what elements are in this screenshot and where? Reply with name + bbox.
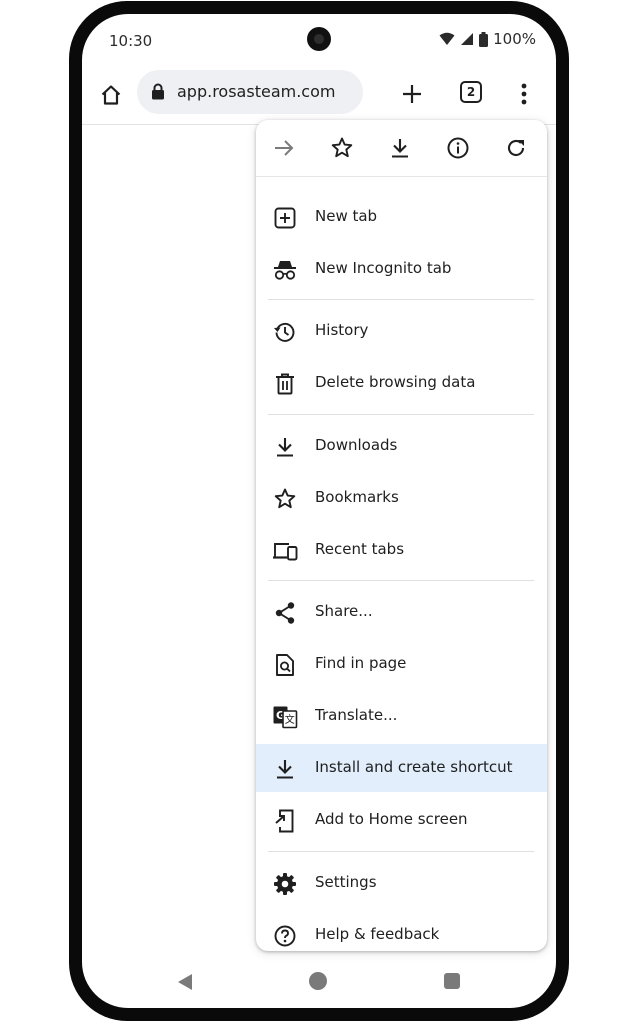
translate-icon: G文 [272,704,298,730]
find-in-page-icon [272,652,298,678]
menu-item-label: Settings [315,873,377,891]
menu-item-delete-browsing-data[interactable]: Delete browsing data [256,359,547,407]
refresh-icon [507,140,525,157]
cell-signal-icon [461,33,474,45]
refresh-button[interactable] [502,134,530,162]
new-tab-button[interactable] [398,80,426,108]
menu-divider [268,851,534,852]
menu-item-label: Translate... [315,706,398,724]
menu-divider [268,299,534,300]
menu-item-label: Delete browsing data [315,373,476,391]
install-icon [272,756,298,782]
menu-item-label: History [315,321,369,339]
phone-frame: 10:30 100% app.rosasteam.com 2 New tab N… [69,1,569,1021]
menu-item-install-shortcut[interactable]: Install and create shortcut [256,744,547,792]
history-icon [272,319,298,345]
menu-item-add-to-home-screen[interactable]: Add to Home screen [256,796,547,844]
status-time: 10:30 [109,32,153,50]
url-text: app.rosasteam.com [177,82,336,101]
menu-item-translate[interactable]: G文 Translate... [256,692,547,740]
menu-item-bookmarks[interactable]: Bookmarks [256,474,547,522]
menu-item-label: Find in page [315,654,407,672]
add-to-home-icon [272,808,298,834]
menu-item-label: Add to Home screen [315,810,468,828]
more-options-button[interactable] [510,80,538,108]
menu-item-history[interactable]: History [256,307,547,355]
menu-item-recent-tabs[interactable]: Recent tabs [256,526,547,574]
download-page-button[interactable] [386,134,414,162]
forward-icon [275,140,294,156]
tab-count: 2 [466,85,476,99]
status-icons: 100% [439,30,536,48]
star-icon [272,486,298,512]
new-tab-icon [272,205,298,231]
menu-item-label: Downloads [315,436,398,454]
menu-item-label: New tab [315,207,378,225]
browser-toolbar: app.rosasteam.com 2 [82,70,556,125]
page-info-button[interactable] [444,134,472,162]
system-nav-bar [82,962,556,1002]
more-vert-icon [521,83,527,105]
home-button[interactable] [96,80,126,110]
bookmark-star-icon [331,137,353,158]
menu-item-find-in-page[interactable]: Find in page [256,640,547,688]
devices-icon [272,538,298,564]
back-icon[interactable] [177,973,193,991]
menu-item-label: Recent tabs [315,540,405,558]
menu-item-settings[interactable]: Settings [256,859,547,907]
battery-percent: 100% [493,30,536,48]
menu-item-new-tab[interactable]: New tab [256,193,547,241]
lock-icon [152,83,164,100]
home-icon [101,85,121,105]
menu-item-label: Help & feedback [315,925,440,943]
front-camera [307,27,331,51]
menu-item-label: Bookmarks [315,488,399,506]
menu-divider [268,414,534,415]
menu-item-share[interactable]: Share... [256,588,547,636]
plus-icon [403,85,421,103]
menu-item-label: Share... [315,602,373,620]
menu-divider [268,580,534,581]
screen: 10:30 100% app.rosasteam.com 2 New tab N… [82,14,556,1008]
download-icon [272,434,298,460]
help-icon [272,923,298,949]
trash-icon [272,371,298,397]
battery-icon [479,31,489,47]
download-icon [392,139,408,158]
share-icon [272,600,298,626]
overflow-menu: New tab New Incognito tab History Delete… [256,120,547,951]
menu-item-label: New Incognito tab [315,259,452,277]
menu-item-help-feedback[interactable]: Help & feedback [256,911,547,959]
gear-icon [272,871,298,897]
menu-item-new-incognito-tab[interactable]: New Incognito tab [256,245,547,293]
recents-icon[interactable] [444,973,460,989]
wifi-icon [439,32,455,45]
bookmark-button[interactable] [328,134,356,162]
menu-item-downloads[interactable]: Downloads [256,422,547,470]
address-bar[interactable]: app.rosasteam.com [137,70,363,114]
home-nav-icon[interactable] [309,972,327,990]
menu-icon-row [256,120,547,177]
forward-button[interactable] [270,134,298,162]
incognito-icon [272,257,298,283]
svg-text:文: 文 [285,713,295,726]
info-icon [447,137,469,159]
menu-item-label: Install and create shortcut [315,758,513,776]
tab-switcher-button[interactable]: 2 [460,81,482,103]
